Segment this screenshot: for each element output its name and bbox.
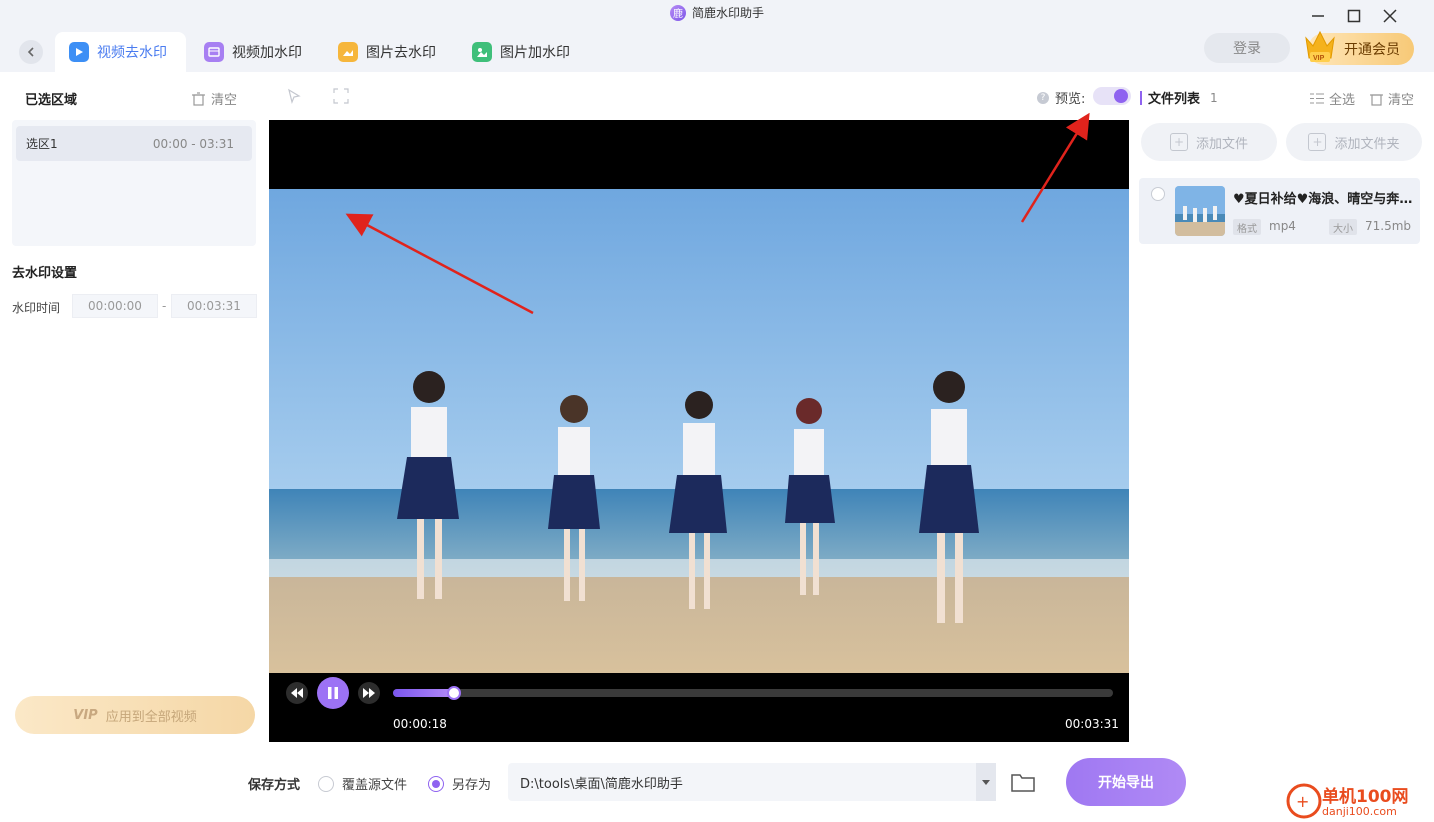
annotation-arrow <box>1020 112 1090 223</box>
watermark-url: danji100.com <box>1322 805 1397 818</box>
watermark-text: 单机100网 <box>1322 787 1409 807</box>
annotation-arrow <box>345 213 534 315</box>
annotation-arrows <box>345 112 1090 315</box>
svg-text:+: + <box>1296 792 1309 811</box>
